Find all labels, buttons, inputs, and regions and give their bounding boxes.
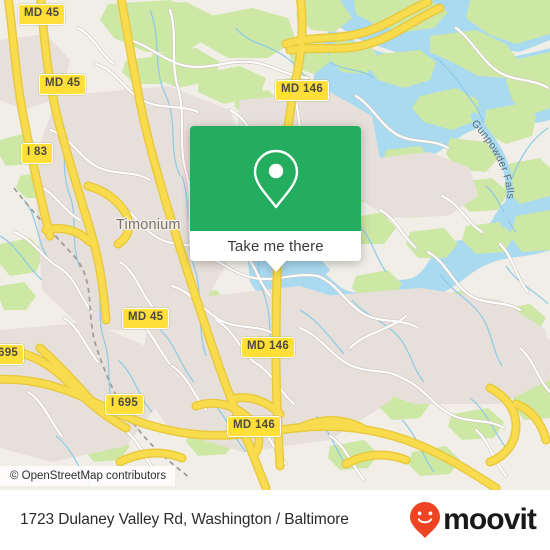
road-shield-i-695-west-clipped[interactable]: 695 bbox=[0, 344, 25, 365]
popup-icon-panel bbox=[190, 126, 361, 231]
address-label: 1723 Dulaney Valley Rd, Washington / Bal… bbox=[20, 511, 349, 528]
road-shield-i-695[interactable]: I 695 bbox=[105, 394, 145, 415]
road-shield-md-146-south[interactable]: MD 146 bbox=[227, 416, 282, 437]
moovit-wordmark: moovit bbox=[443, 503, 537, 536]
popup-action-bar[interactable]: Take me there bbox=[190, 231, 361, 272]
take-me-there-label: Take me there bbox=[227, 237, 324, 255]
road-shield-md-146-north[interactable]: MD 146 bbox=[275, 80, 330, 101]
map-screenshot: Gunpowder Falls Timonium MD 45 MD 45 I 8… bbox=[0, 0, 550, 550]
road-shield-md-146-mid[interactable]: MD 146 bbox=[241, 337, 296, 358]
place-label-timonium: Timonium bbox=[116, 217, 181, 233]
osm-attribution[interactable]: © OpenStreetMap contributors bbox=[0, 466, 176, 486]
moovit-smiley-pin-icon bbox=[410, 502, 441, 538]
road-shield-md-45-upper[interactable]: MD 45 bbox=[39, 74, 87, 95]
road-shield-md-45-south[interactable]: MD 45 bbox=[122, 308, 170, 329]
moovit-logo[interactable]: moovit bbox=[409, 501, 537, 539]
road-shield-md-45-north[interactable]: MD 45 bbox=[18, 4, 66, 25]
map-canvas[interactable]: Gunpowder Falls Timonium MD 45 MD 45 I 8… bbox=[0, 0, 550, 490]
road-shield-i-83[interactable]: I 83 bbox=[21, 143, 54, 164]
map-pin-icon bbox=[253, 149, 298, 208]
location-popup-card[interactable]: Take me there bbox=[190, 126, 361, 272]
footer-bar: 1723 Dulaney Valley Rd, Washington / Bal… bbox=[0, 490, 550, 550]
popup-pointer-tail bbox=[265, 261, 286, 272]
